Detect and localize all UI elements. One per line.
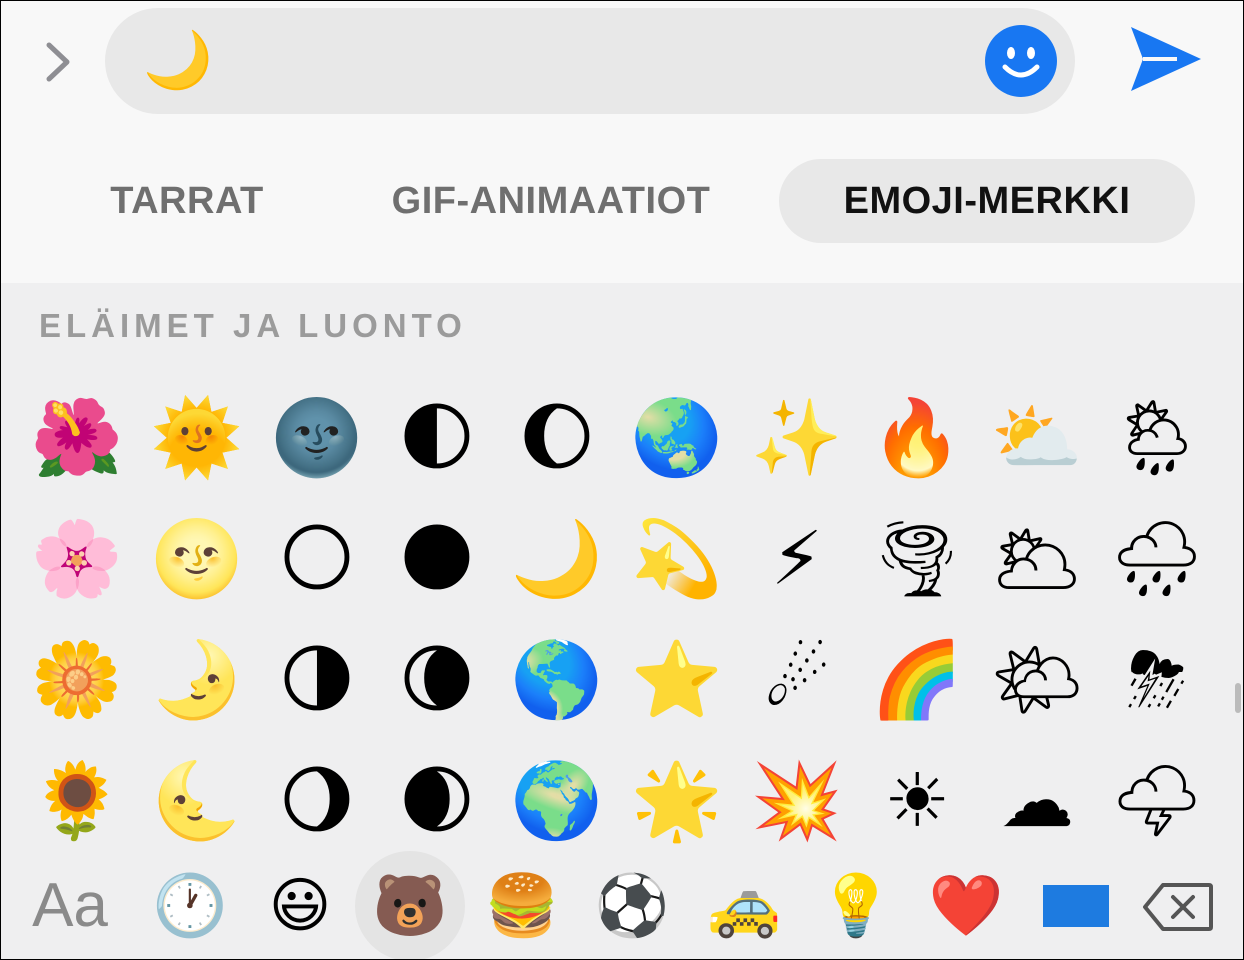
emoji-cell[interactable]: 🌗 [257, 620, 377, 740]
tab-gifs[interactable]: GIF-ANIMAATIOT [371, 159, 731, 243]
scrollbar[interactable] [1235, 683, 1241, 713]
emoji-cell[interactable]: ☀ [857, 741, 977, 861]
emoji-cell[interactable]: 🌛 [137, 620, 257, 740]
emoji-cell[interactable]: ☁ [977, 741, 1097, 861]
chevron-right-icon[interactable] [31, 37, 81, 87]
emoji-cell[interactable]: 🌈 [857, 620, 977, 740]
message-input[interactable]: 🌙 [105, 8, 1075, 114]
emoji-cell[interactable]: 🌒 [377, 741, 497, 861]
emoji-cell[interactable]: 🌜 [137, 741, 257, 861]
clock-icon[interactable]: 🕐 [135, 851, 245, 959]
emoji-cell[interactable]: ⭐ [617, 620, 737, 740]
backspace-icon[interactable] [1141, 881, 1215, 933]
emoji-keyboard-screen: 🌙 TARRAT GIF-ANIMAATIOT EMOJI-MERKKI ELÄ… [0, 0, 1244, 960]
emoji-cell[interactable]: 🌧 [1097, 499, 1217, 619]
flag-icon[interactable] [1043, 885, 1109, 927]
emoji-cell[interactable]: ⛈ [1097, 620, 1217, 740]
emoji-cell[interactable]: 🌎 [497, 620, 617, 740]
emoji-cell[interactable]: 💫 [617, 499, 737, 619]
emoji-cell[interactable]: 🌸 [17, 499, 137, 619]
emoji-cell[interactable]: ✨ [737, 378, 857, 498]
emoji-cell[interactable]: 🌓 [377, 378, 497, 498]
emoji-cell[interactable]: 🔥 [857, 378, 977, 498]
emoji-cell[interactable]: 🌪 [857, 499, 977, 619]
heart-icon[interactable]: ❤️ [911, 851, 1021, 959]
tab-bar: TARRAT GIF-ANIMAATIOT EMOJI-MERKKI [1, 159, 1243, 243]
emoji-cell[interactable]: 🌩 [1097, 741, 1217, 861]
smiley-icon[interactable] [985, 25, 1057, 97]
category-text[interactable]: Aa [15, 851, 125, 959]
composer-area: 🌙 TARRAT GIF-ANIMAATIOT EMOJI-MERKKI [1, 1, 1243, 283]
emoji-cell[interactable]: 🌤 [977, 620, 1097, 740]
emoji-cell[interactable]: 🌥 [977, 499, 1097, 619]
emoji-cell[interactable]: 🌏 [617, 378, 737, 498]
tab-emoji[interactable]: EMOJI-MERKKI [779, 159, 1195, 243]
soccer-ball-icon[interactable]: ⚽ [577, 851, 687, 959]
message-text: 🌙 [143, 28, 213, 93]
emoji-cell[interactable]: 🌝 [137, 499, 257, 619]
taxi-icon[interactable]: 🚕 [689, 851, 799, 959]
emoji-cell[interactable]: ☄ [737, 620, 857, 740]
send-icon[interactable] [1127, 23, 1205, 95]
emoji-cell[interactable]: 🌍 [497, 741, 617, 861]
emoji-cell[interactable]: ⛅ [977, 378, 1097, 498]
lightbulb-icon[interactable]: 💡 [801, 851, 911, 959]
section-title: ELÄIMET JA LUONTO [39, 307, 467, 344]
emoji-cell[interactable]: 🌔 [497, 378, 617, 498]
category-bar: Aa 🕐 😃 🐻 🍔 ⚽ 🚕 💡 ❤️ [1, 851, 1243, 959]
emoji-cell[interactable]: 🌟 [617, 741, 737, 861]
bear-icon[interactable]: 🐻 [355, 851, 465, 959]
emoji-cell[interactable]: ⚡ [737, 499, 857, 619]
emoji-cell[interactable]: 💥 [737, 741, 857, 861]
emoji-cell[interactable]: 🌘 [377, 620, 497, 740]
smiley-category-icon[interactable]: 😃 [245, 851, 355, 959]
emoji-cell[interactable]: 🌖 [257, 741, 377, 861]
emoji-cell[interactable]: 🌚 [257, 378, 377, 498]
tab-stickers[interactable]: TARRAT [97, 159, 277, 243]
burger-icon[interactable]: 🍔 [467, 851, 577, 959]
emoji-cell[interactable]: 🌙 [497, 499, 617, 619]
emoji-cell[interactable]: 🌞 [137, 378, 257, 498]
emoji-cell[interactable]: 🌼 [17, 620, 137, 740]
emoji-cell[interactable]: 🌻 [17, 741, 137, 861]
emoji-grid: 🌺 🌞 🌚 🌓 🌔 🌏 ✨ 🔥 ⛅ 🌦 🌸 🌝 🌕 🌑 🌙 💫 ⚡ 🌪 🌥 🌧 🌼 🌛 🌗 🌘 🌎 ⭐ ☄ 🌈 🌤 ⛈ 🌻 🌜 🌖 🌒 🌍 🌟 💥 ☀ ☁ 🌩 [17, 378, 1243, 844]
emoji-cell[interactable]: 🌺 [17, 378, 137, 498]
emoji-cell[interactable]: 🌦 [1097, 378, 1217, 498]
emoji-cell[interactable]: 🌕 [257, 499, 377, 619]
emoji-cell[interactable]: 🌑 [377, 499, 497, 619]
